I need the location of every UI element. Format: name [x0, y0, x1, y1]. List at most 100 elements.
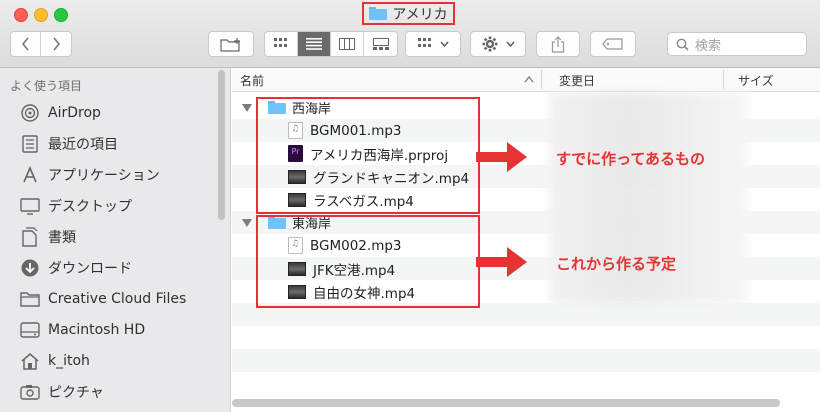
sidebar-item-label: アプリケーション	[48, 168, 160, 184]
sidebar-item-airdrop[interactable]: AirDrop	[20, 101, 101, 125]
columns-icon	[339, 38, 355, 50]
sidebar-item-label: 最近の項目	[48, 137, 118, 153]
icon-view-button[interactable]	[265, 32, 298, 56]
downloads-icon	[20, 258, 40, 278]
grid-icon	[417, 38, 431, 47]
table-row[interactable]	[232, 303, 820, 326]
sidebar-item-recents[interactable]: 最近の項目	[20, 132, 118, 156]
forward-button[interactable]	[41, 32, 71, 56]
close-window-button[interactable]	[14, 8, 28, 22]
file-name: BGM001.mp3	[310, 122, 402, 139]
video-thumbnail-icon	[288, 169, 306, 184]
column-size[interactable]: サイズ	[738, 72, 774, 89]
column-divider[interactable]	[723, 70, 724, 89]
file-item[interactable]: BGM002.mp3	[288, 234, 402, 257]
group-label: 西海岸	[292, 102, 332, 117]
file-item[interactable]: JFK空港.mp4	[288, 257, 395, 280]
file-list: 名前 変更日 サイズ 西海岸 BGM001.mp3	[232, 68, 820, 412]
sidebar-item-label: ダウンロード	[48, 261, 132, 277]
group-label: 東海岸	[292, 217, 332, 232]
sidebar-item-creative-cloud[interactable]: Creative Cloud Files	[20, 287, 186, 311]
file-item[interactable]: Pr アメリカ西海岸.prproj	[288, 142, 448, 165]
group-east-coast[interactable]: 東海岸	[242, 211, 331, 234]
back-button[interactable]	[11, 32, 41, 56]
file-name: 自由の女神.mp4	[313, 285, 416, 302]
file-name: アメリカ西海岸.prproj	[310, 147, 449, 164]
table-row[interactable]	[232, 326, 820, 349]
search-placeholder: 検索	[695, 38, 722, 54]
audio-file-icon	[288, 237, 303, 254]
audio-file-icon	[288, 122, 303, 139]
table-row[interactable]	[232, 349, 820, 372]
group-by-button[interactable]	[405, 31, 461, 57]
zoom-window-button[interactable]	[54, 8, 68, 22]
arrow-existing	[476, 152, 509, 162]
table-row[interactable]	[232, 372, 820, 395]
gallery-view-button[interactable]	[364, 32, 397, 56]
window-title: アメリカ	[362, 2, 455, 25]
share-button[interactable]	[536, 31, 580, 57]
horizontal-scrollbar[interactable]	[232, 399, 780, 407]
tags-button[interactable]	[590, 31, 636, 57]
chevron-down-icon	[505, 41, 515, 47]
column-name[interactable]: 名前	[240, 72, 264, 89]
window-title-label: アメリカ	[392, 6, 448, 23]
annotation-existing: すでに作ってあるもの	[556, 150, 705, 168]
sidebar-item-label: Macintosh HD	[48, 322, 146, 338]
view-mode-segmented	[264, 31, 398, 57]
sidebar: よく使う項目 AirDrop 最近の項目 アプリケーション デスクトップ 書類 …	[0, 68, 231, 412]
group-west-coast[interactable]: 西海岸	[242, 96, 331, 119]
sidebar-item-macintosh-hd[interactable]: Macintosh HD	[20, 318, 145, 342]
sidebar-item-label: Creative Cloud Files	[48, 291, 187, 307]
list-view-button[interactable]	[298, 32, 331, 56]
file-name: JFK空港.mp4	[313, 262, 396, 279]
sidebar-item-desktop[interactable]: デスクトップ	[20, 194, 132, 218]
sidebar-item-label: デスクトップ	[48, 199, 132, 215]
disk-icon	[20, 320, 40, 340]
file-item[interactable]: ラスベガス.mp4	[288, 188, 414, 211]
documents-icon	[20, 227, 40, 247]
column-modified[interactable]: 変更日	[559, 72, 595, 89]
list-icon	[306, 38, 322, 50]
file-item[interactable]: 自由の女神.mp4	[288, 280, 415, 303]
chevron-left-icon	[21, 37, 29, 51]
disclosure-triangle-icon[interactable]	[242, 103, 252, 112]
file-item[interactable]: BGM001.mp3	[288, 119, 402, 142]
desktop-icon	[20, 196, 40, 216]
action-button[interactable]	[470, 31, 526, 57]
sidebar-item-documents[interactable]: 書類	[20, 225, 76, 249]
search-icon	[676, 38, 689, 51]
arrow-planned	[476, 257, 509, 267]
disclosure-triangle-icon[interactable]	[242, 218, 252, 227]
sidebar-item-pictures[interactable]: ピクチャ	[20, 380, 104, 404]
recents-icon	[20, 134, 40, 154]
column-view-button[interactable]	[331, 32, 364, 56]
video-thumbnail-icon	[288, 192, 306, 207]
column-divider[interactable]	[541, 70, 542, 89]
nav-buttons	[10, 31, 72, 57]
video-thumbnail-icon	[288, 261, 306, 276]
sidebar-scrollbar[interactable]	[218, 70, 225, 220]
folder-icon	[268, 216, 286, 229]
toolbar: アメリカ 検索	[0, 0, 820, 68]
folder-icon	[20, 289, 40, 309]
applications-icon	[20, 165, 40, 185]
sidebar-item-home[interactable]: k_itoh	[20, 349, 90, 373]
file-item[interactable]: グランドキャニオン.mp4	[288, 165, 469, 188]
sort-chevron-icon[interactable]	[524, 76, 534, 83]
sidebar-item-label: k_itoh	[48, 353, 90, 369]
minimize-window-button[interactable]	[34, 8, 48, 22]
sidebar-item-applications[interactable]: アプリケーション	[20, 163, 160, 187]
column-header: 名前 変更日 サイズ	[232, 68, 820, 92]
gear-icon	[482, 36, 497, 52]
sidebar-heading: よく使う項目	[10, 79, 83, 93]
grid-icon	[274, 38, 287, 47]
search-field[interactable]: 検索	[667, 32, 807, 56]
new-folder-icon	[220, 37, 240, 52]
new-folder-button[interactable]	[208, 31, 254, 57]
finder-window: アメリカ 検索 よく使う項目 AirDrop 最近の項目 アプリケーション デス…	[0, 0, 820, 412]
chevron-right-icon	[53, 37, 61, 51]
sidebar-item-downloads[interactable]: ダウンロード	[20, 256, 132, 280]
sidebar-item-label: ピクチャ	[48, 385, 104, 401]
folder-icon	[268, 101, 286, 114]
